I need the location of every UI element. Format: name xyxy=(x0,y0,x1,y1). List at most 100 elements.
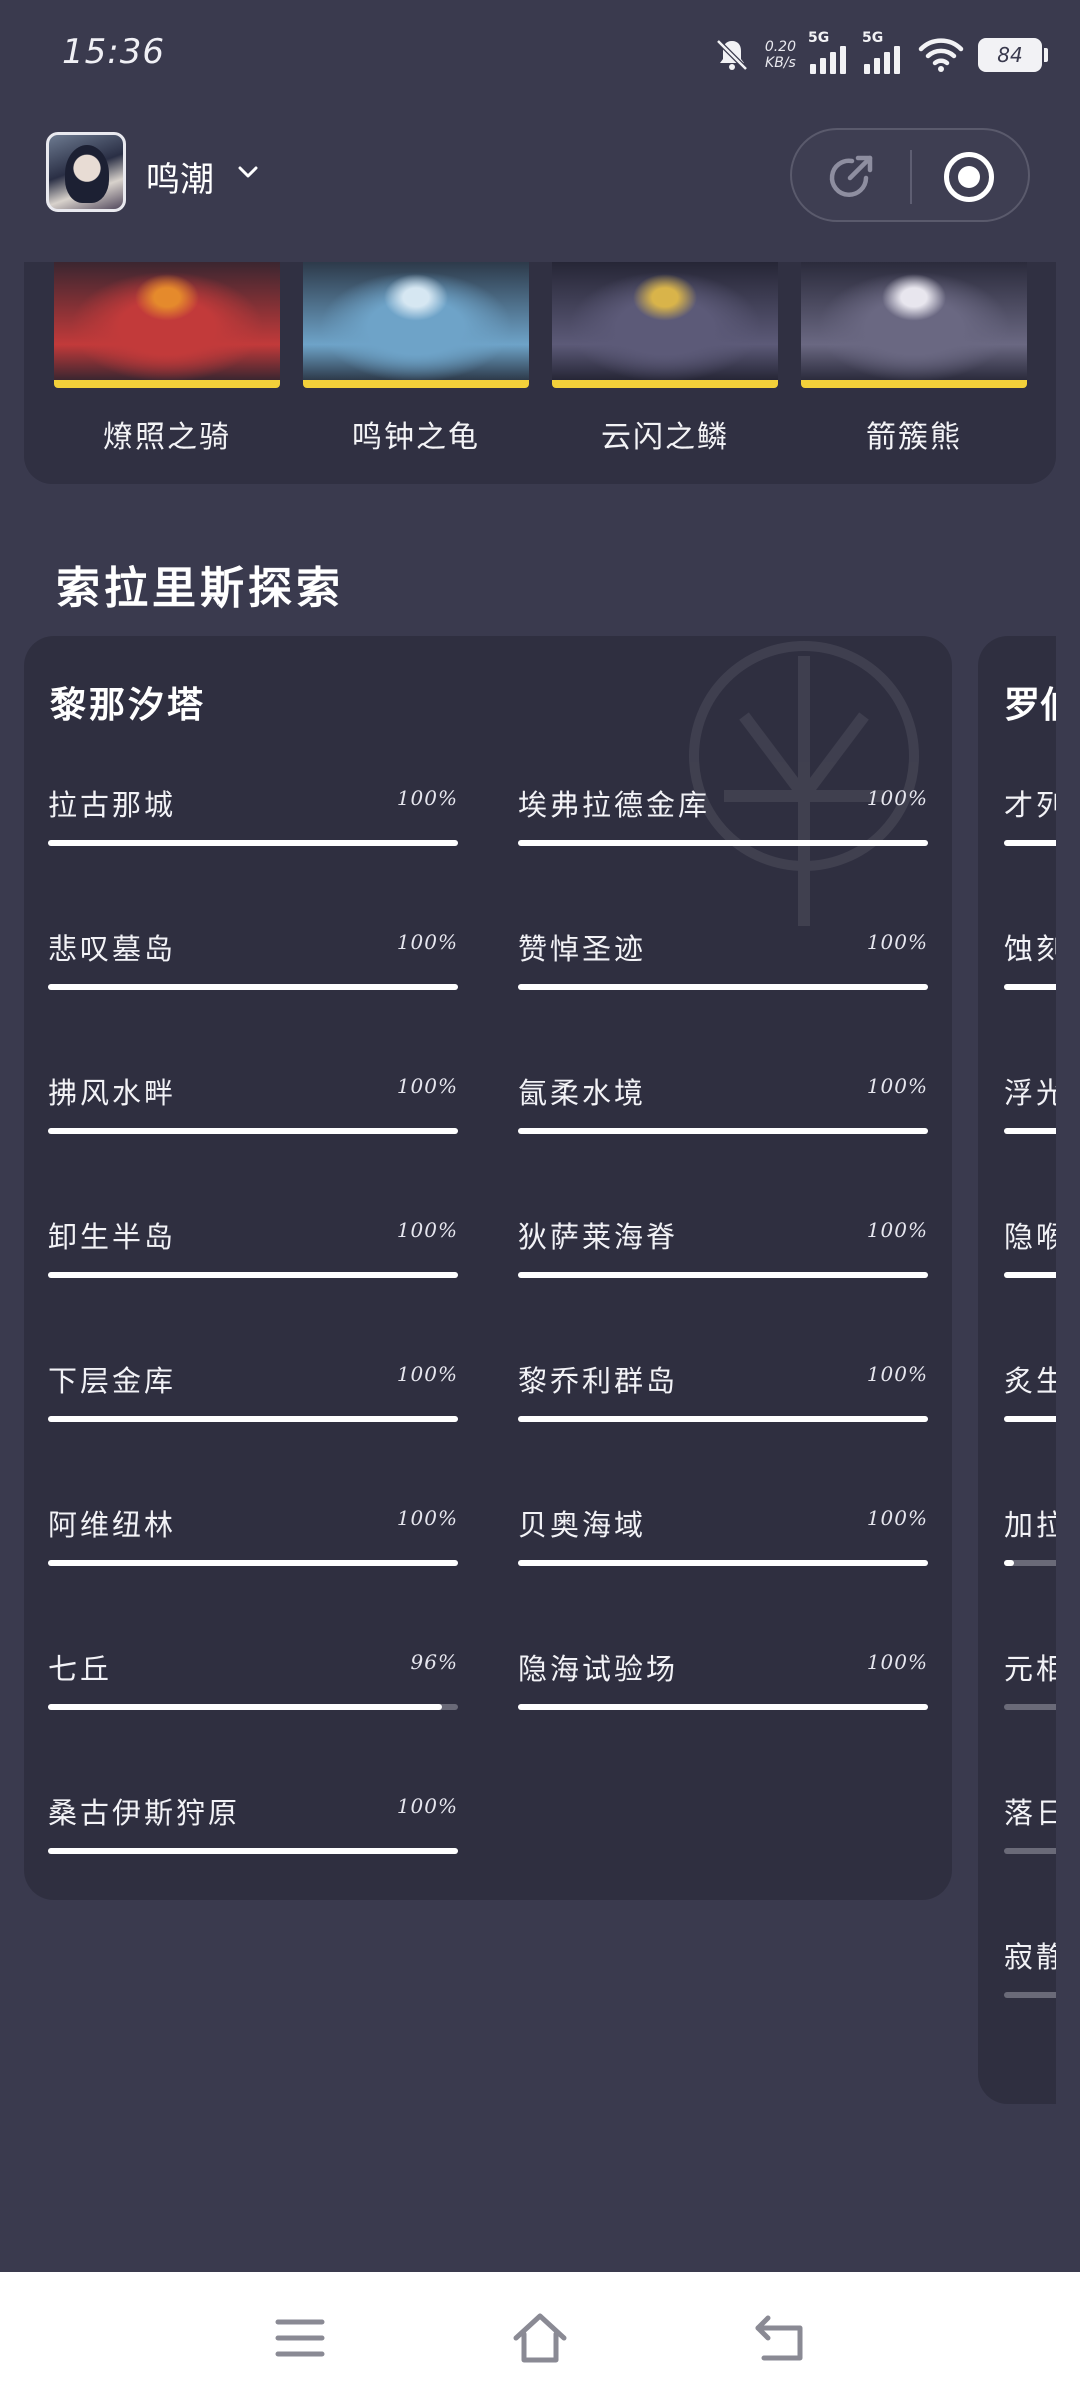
progress-fill xyxy=(48,1416,458,1422)
region-card[interactable]: 黎那汐塔 拉古那城 100% 埃弗拉德金库 100% 悲叹墓岛 100% 赞悼圣迹 100% 拂… xyxy=(24,636,952,1900)
sim2-label: 5G xyxy=(862,30,884,46)
next-region-item-name: 才列 xyxy=(1004,788,1056,822)
header-action-pill xyxy=(790,128,1030,222)
progress-track xyxy=(518,1560,928,1566)
progress-track xyxy=(1004,1992,1056,1998)
boss-portrait xyxy=(54,262,280,388)
record-icon[interactable] xyxy=(944,152,994,202)
next-region-item[interactable]: 落日 xyxy=(1004,1790,1056,1854)
signal-sim2-icon: 5G xyxy=(862,30,904,74)
area-item[interactable]: 下层金库 100% xyxy=(48,1358,458,1458)
boss-name: 云闪之鳞 xyxy=(601,420,729,455)
area-item[interactable]: 七丘 96% xyxy=(48,1646,458,1746)
net-speed: 0.20 KB/s xyxy=(765,39,796,71)
chevron-down-icon[interactable] xyxy=(236,160,260,184)
area-percent: 100% xyxy=(866,1362,928,1386)
area-name: 隐海试验场 xyxy=(518,1652,679,1686)
area-percent: 100% xyxy=(866,930,928,954)
area-item[interactable]: 黎乔利群岛 100% xyxy=(518,1358,928,1458)
avatar[interactable] xyxy=(46,132,126,212)
progress-track xyxy=(518,840,928,846)
progress-fill xyxy=(48,1560,458,1566)
next-region-item-name: 寂静 xyxy=(1004,1940,1056,1974)
area-percent: 100% xyxy=(866,786,928,810)
battery-icon: 84 xyxy=(978,38,1048,72)
area-item[interactable]: 拉古那城 100% xyxy=(48,782,458,882)
next-region-item-name: 蚀刻 xyxy=(1004,932,1056,966)
progress-track xyxy=(48,1704,458,1710)
game-selector-label[interactable]: 鸣潮 xyxy=(146,152,214,201)
progress-track xyxy=(48,1128,458,1134)
boss-portrait xyxy=(552,262,778,388)
area-item[interactable]: 悲叹墓岛 100% xyxy=(48,926,458,1026)
region-title: 黎那汐塔 xyxy=(50,684,207,726)
net-speed-value: 0.20 xyxy=(764,39,796,55)
next-region-item-name: 炙生 xyxy=(1004,1364,1056,1398)
area-name: 赞悼圣迹 xyxy=(518,932,647,966)
area-item[interactable]: 卸生半岛 100% xyxy=(48,1214,458,1314)
next-region-item[interactable]: 炙生 xyxy=(1004,1358,1056,1422)
boss-item[interactable]: 箭簇熊 xyxy=(801,262,1027,456)
home-icon[interactable] xyxy=(510,2308,570,2368)
progress-fill xyxy=(518,840,928,846)
next-region-item[interactable]: 元相 xyxy=(1004,1646,1056,1710)
progress-fill xyxy=(48,840,458,846)
next-region-item[interactable]: 浮光 xyxy=(1004,1070,1056,1134)
area-item[interactable]: 贝奥海域 100% xyxy=(518,1502,928,1602)
area-item[interactable]: 阿维纽林 100% xyxy=(48,1502,458,1602)
progress-track xyxy=(1004,840,1056,846)
progress-track xyxy=(518,1416,928,1422)
progress-fill xyxy=(518,984,928,990)
area-name: 拉古那城 xyxy=(48,788,177,822)
next-region-item[interactable]: 蚀刻 xyxy=(1004,926,1056,990)
area-item[interactable]: 氤柔水境 100% xyxy=(518,1070,928,1170)
next-region-item[interactable]: 加拉 xyxy=(1004,1502,1056,1566)
area-percent: 100% xyxy=(396,1794,458,1818)
area-item[interactable]: 赞悼圣迹 100% xyxy=(518,926,928,1026)
progress-track xyxy=(48,1560,458,1566)
progress-fill xyxy=(518,1416,928,1422)
area-item[interactable]: 隐海试验场 100% xyxy=(518,1646,928,1746)
status-bar: 15:36 0.20 KB/s 5G 5G 84 xyxy=(0,0,1080,110)
boss-name: 鸣钟之龟 xyxy=(352,420,480,455)
share-icon[interactable] xyxy=(822,148,880,206)
area-percent: 100% xyxy=(396,930,458,954)
boss-item[interactable]: 云闪之鳞 xyxy=(552,262,778,456)
back-icon[interactable] xyxy=(750,2308,810,2368)
boss-item[interactable]: 鸣钟之龟 xyxy=(303,262,529,456)
area-percent: 100% xyxy=(396,786,458,810)
next-region-card[interactable]: 罗伯 才列蚀刻浮光隐喉炙生加拉元相落日寂静 xyxy=(978,636,1056,2104)
area-percent: 96% xyxy=(410,1650,458,1674)
menu-icon[interactable] xyxy=(270,2308,330,2368)
progress-track xyxy=(48,1416,458,1422)
next-region-item-name: 隐喉 xyxy=(1004,1220,1056,1254)
area-name: 氤柔水境 xyxy=(518,1076,647,1110)
area-item[interactable]: 桑古伊斯狩原 100% xyxy=(48,1790,458,1890)
area-item[interactable]: 狄萨莱海脊 100% xyxy=(518,1214,928,1314)
net-speed-unit: KB/s xyxy=(765,55,796,71)
progress-fill xyxy=(518,1272,928,1278)
next-region-item[interactable]: 隐喉 xyxy=(1004,1214,1056,1278)
area-name: 卸生半岛 xyxy=(48,1220,177,1254)
progress-fill xyxy=(1004,840,1056,846)
area-name: 阿维纽林 xyxy=(48,1508,177,1542)
area-item[interactable]: 埃弗拉德金库 100% xyxy=(518,782,928,882)
progress-fill xyxy=(48,1848,458,1854)
boss-name: 燎照之骑 xyxy=(103,420,231,455)
progress-track xyxy=(1004,1272,1056,1278)
progress-fill xyxy=(48,1272,458,1278)
next-region-item[interactable]: 寂静 xyxy=(1004,1934,1056,1998)
app-header: 鸣潮 xyxy=(0,118,1080,238)
area-name: 埃弗拉德金库 xyxy=(518,788,711,822)
boss-item[interactable]: 燎照之骑 xyxy=(54,262,280,456)
area-percent: 100% xyxy=(396,1074,458,1098)
area-item[interactable]: 拂风水畔 100% xyxy=(48,1070,458,1170)
area-percent: 100% xyxy=(866,1506,928,1530)
boss-card: 燎照之骑 鸣钟之龟 云闪之鳞 箭簇熊 xyxy=(24,262,1056,484)
progress-fill xyxy=(518,1560,928,1566)
area-name: 狄萨莱海脊 xyxy=(518,1220,679,1254)
area-name: 桑古伊斯狩原 xyxy=(48,1796,241,1830)
next-region-item-name: 落日 xyxy=(1004,1796,1056,1830)
next-region-item[interactable]: 才列 xyxy=(1004,782,1056,846)
progress-track xyxy=(518,1128,928,1134)
